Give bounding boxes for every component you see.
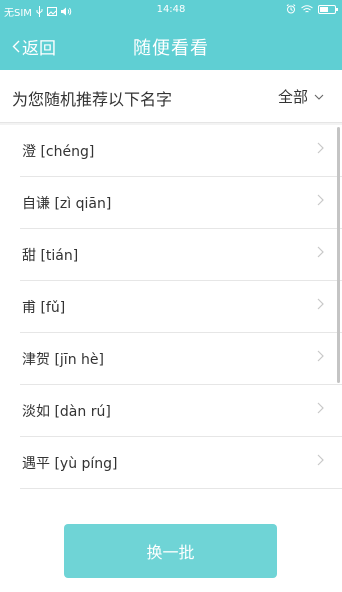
divider	[20, 488, 342, 489]
chevron-right-icon	[317, 194, 324, 206]
scrollbar[interactable]	[337, 127, 340, 383]
alarm-icon	[286, 4, 296, 14]
chevron-right-icon	[317, 142, 324, 154]
recommend-header: 为您随机推荐以下名字 全部	[0, 70, 342, 123]
name-list-item[interactable]: 自谦 [zì qiān]	[0, 177, 342, 229]
chevron-right-icon	[317, 298, 324, 310]
name-list: 澄 [chéng] 自谦 [zì qiān] 甜 [tián] 甫 [fǔ] 津…	[0, 125, 342, 489]
filter-dropdown[interactable]: 全部	[278, 86, 324, 107]
name-label: 津贺 [jīn hè]	[22, 352, 104, 368]
status-right-group	[286, 4, 338, 14]
name-label: 澄 [chéng]	[22, 144, 95, 160]
chevron-down-icon	[314, 94, 324, 100]
name-list-item[interactable]: 淡如 [dàn rú]	[0, 385, 342, 437]
name-list-item[interactable]: 甫 [fǔ]	[0, 281, 342, 333]
name-label: 甜 [tián]	[22, 248, 79, 264]
name-list-item[interactable]: 甜 [tián]	[0, 229, 342, 281]
status-bar: 无SIM 14:48	[0, 0, 342, 22]
name-list-item[interactable]: 澄 [chéng]	[0, 125, 342, 177]
nav-bar: 返回 随便看看	[0, 22, 342, 70]
name-label: 甫 [fǔ]	[22, 300, 66, 316]
name-label: 自谦 [zì qiān]	[22, 196, 112, 212]
battery-level	[320, 6, 329, 12]
name-list-item[interactable]: 遇平 [yù píng]	[0, 437, 342, 489]
battery-icon	[318, 4, 338, 14]
chevron-right-icon	[317, 402, 324, 414]
filter-label: 全部	[277, 88, 308, 106]
recommend-header-text: 为您随机推荐以下名字	[12, 90, 173, 109]
refresh-batch-button[interactable]: 换一批	[64, 524, 277, 578]
wifi-icon	[301, 4, 313, 12]
name-list-item[interactable]: 津贺 [jīn hè]	[0, 333, 342, 385]
chevron-right-icon	[317, 350, 324, 362]
name-label: 淡如 [dàn rú]	[22, 404, 111, 420]
chevron-right-icon	[317, 246, 324, 258]
page-title: 随便看看	[133, 38, 209, 59]
chevron-right-icon	[317, 454, 324, 466]
name-label: 遇平 [yù píng]	[22, 456, 118, 472]
